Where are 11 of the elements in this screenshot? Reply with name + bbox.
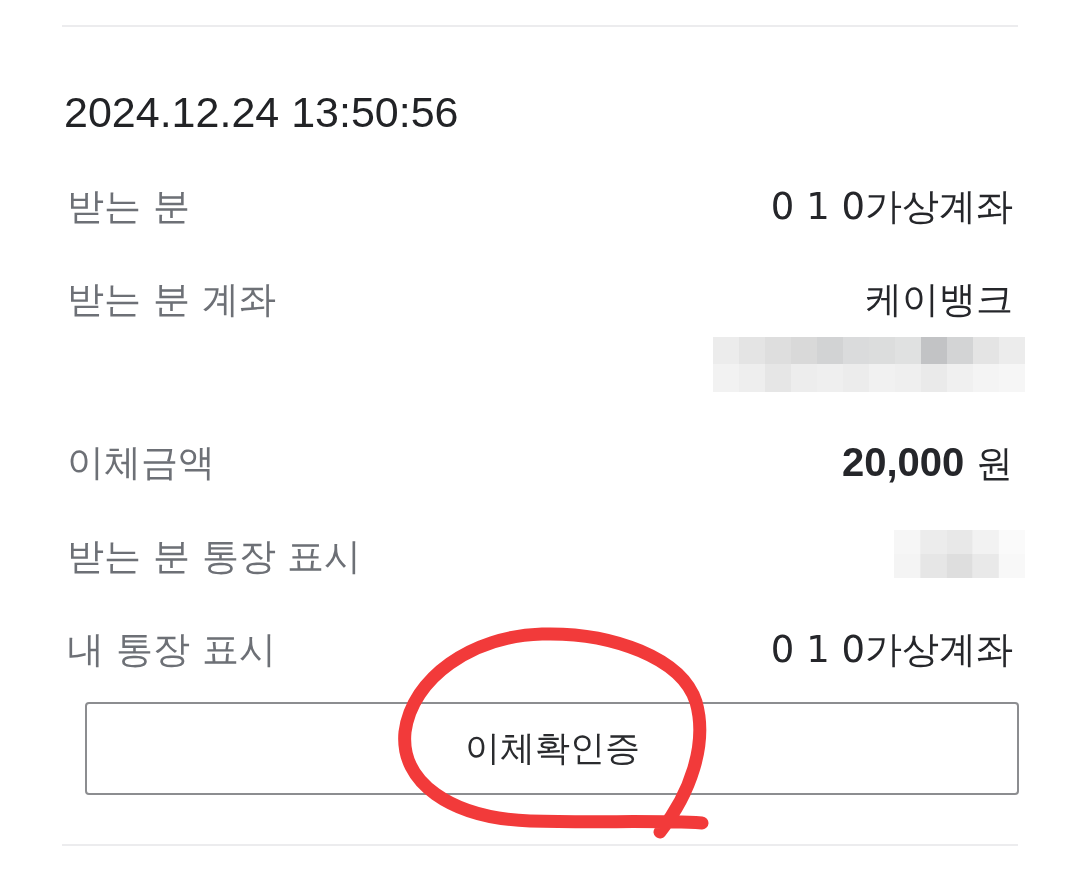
transfer-datetime: 2024.12.24 13:50:56 (63, 87, 460, 138)
field-value: 0 1 0가상계좌 (770, 627, 1014, 673)
field-label: 이체금액 (66, 440, 215, 486)
transfer-certificate-button[interactable]: 이체확인증 (85, 702, 1019, 795)
field-value: 20,000 원 (841, 439, 1014, 487)
field-value: 0 1 0가상계좌 (770, 184, 1014, 230)
field-label: 받는 분 통장 표시 (66, 534, 362, 580)
field-label: 받는 분 계좌 (66, 277, 276, 323)
field-label: 내 통장 표시 (66, 627, 276, 673)
field-label: 받는 분 (66, 184, 190, 230)
field-value: 케이뱅크 (865, 277, 1014, 323)
